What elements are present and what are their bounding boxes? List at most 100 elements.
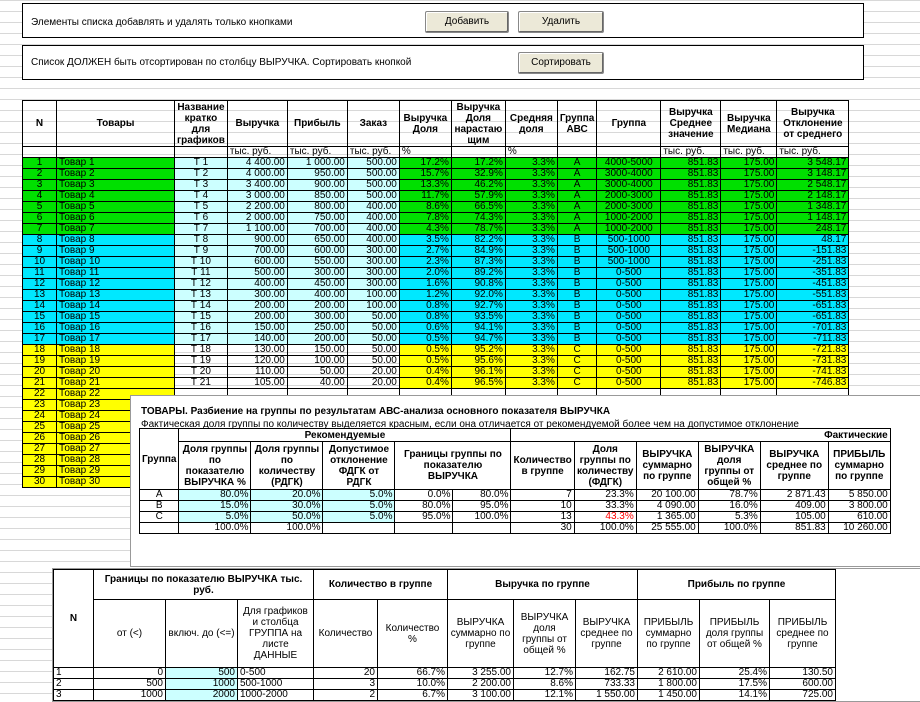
products-header-cell: Выручка Доля нарастаю щим <box>451 101 505 147</box>
abc-cell: 10 260.00 <box>828 523 890 534</box>
group-cell: 500 <box>166 668 238 679</box>
product-cell: 175.00 <box>721 246 777 257</box>
product-row[interactable]: 7Товар 7Т 71 100.00700.00400.004.3%78.7%… <box>23 224 849 235</box>
product-cell: 3.3% <box>505 191 557 202</box>
product-cell: 700.00 <box>227 246 287 257</box>
product-cell: 2 200.00 <box>227 202 287 213</box>
abc-cell: 851.83 <box>760 523 828 534</box>
abc-row: B15.0%30.0%5.0%80.0%95.0%1033.3%4 090.00… <box>140 501 891 512</box>
product-cell: Товар 10 <box>57 257 175 268</box>
abc-cell: 409.00 <box>760 501 828 512</box>
product-cell: 400.00 <box>347 235 399 246</box>
abc-panel: ТОВАРЫ. Разбиение на группы по результат… <box>130 395 920 567</box>
groups-revenue-header: Выручка по группе <box>448 570 638 600</box>
product-row[interactable]: 1Товар 1Т 14 400.001 000.00500.0017.2%17… <box>23 158 849 169</box>
instruction-sort-text: Список ДОЛЖЕН быть отсортирован по столб… <box>31 57 411 68</box>
product-cell: -701.83 <box>777 323 849 334</box>
abc-cell: 5.0% <box>323 512 395 523</box>
product-cell: 3 400.00 <box>227 180 287 191</box>
product-cell: 400.00 <box>227 279 287 290</box>
product-cell: 17.2% <box>451 158 505 169</box>
group-cell: 0 <box>94 668 166 679</box>
product-cell: 500-1000 <box>597 257 661 268</box>
products-unit-cell <box>451 147 505 158</box>
abc-cell: 20 100.00 <box>636 490 698 501</box>
product-cell: 2000-3000 <box>597 202 661 213</box>
instruction-edit-text: Элементы списка добавлять и удалять толь… <box>31 17 292 28</box>
group-cell: 2 610.00 <box>638 668 700 679</box>
abc-actual-header: Фактические <box>511 429 890 442</box>
product-cell: 851.83 <box>661 224 721 235</box>
product-cell: 2 148.17 <box>777 191 849 202</box>
group-cell: 3 <box>54 690 94 701</box>
product-cell: 8 <box>23 235 57 246</box>
product-row[interactable]: 20Товар 20Т 20110.0050.0020.000.4%96.1%3… <box>23 367 849 378</box>
product-cell: 13 <box>23 290 57 301</box>
abc-cell: 0.0% <box>395 490 453 501</box>
product-cell: B <box>557 235 596 246</box>
abc-cell: A <box>140 490 179 501</box>
abc-cell: 100.0% <box>698 523 760 534</box>
product-cell: 3.3% <box>505 356 557 367</box>
product-cell: 200.00 <box>287 334 347 345</box>
product-cell: 175.00 <box>721 169 777 180</box>
product-cell: 1 348.17 <box>777 202 849 213</box>
product-cell: 3.3% <box>505 158 557 169</box>
product-cell: 0.4% <box>399 378 451 389</box>
product-row[interactable]: 5Товар 5Т 52 200.00800.00400.008.6%66.5%… <box>23 202 849 213</box>
group-cell: 20 <box>314 668 378 679</box>
product-row[interactable]: 6Товар 6Т 62 000.00750.00400.007.8%74.3%… <box>23 213 849 224</box>
products-header-cell: Заказ <box>347 101 399 147</box>
product-row[interactable]: 10Товар 10Т 10600.00550.00300.002.3%87.3… <box>23 257 849 268</box>
product-row[interactable]: 13Товар 13Т 13300.00400.00100.001.2%92.0… <box>23 290 849 301</box>
product-cell: Т 13 <box>175 290 228 301</box>
product-cell: 175.00 <box>721 180 777 191</box>
product-row[interactable]: 2Товар 2Т 24 000.00950.00500.0015.7%32.9… <box>23 169 849 180</box>
product-row[interactable]: 9Товар 9Т 9700.00600.00300.002.7%84.9%3.… <box>23 246 849 257</box>
product-cell: 851.83 <box>661 257 721 268</box>
abc-header-cell: Доля группы по количеству (ФДГК) <box>574 442 636 490</box>
abc-cell: 100.0% <box>179 523 251 534</box>
product-cell: Т 10 <box>175 257 228 268</box>
product-row[interactable]: 14Товар 14Т 14200.00200.00100.000.8%92.7… <box>23 301 849 312</box>
group-cell: 2 200.00 <box>448 679 514 690</box>
group-cell: 2000 <box>166 690 238 701</box>
abc-cell: 10 <box>511 501 574 512</box>
product-row[interactable]: 3Товар 3Т 33 400.00900.00500.0013.3%46.2… <box>23 180 849 191</box>
product-row[interactable]: 16Товар 16Т 16150.00250.0050.000.6%94.1%… <box>23 323 849 334</box>
product-row[interactable]: 12Товар 12Т 12400.00450.00300.001.6%90.8… <box>23 279 849 290</box>
product-cell: 15.7% <box>399 169 451 180</box>
product-cell: C <box>557 356 596 367</box>
product-cell: 175.00 <box>721 312 777 323</box>
product-cell: 20.00 <box>347 378 399 389</box>
product-row[interactable]: 19Товар 19Т 19120.00100.0050.000.5%95.6%… <box>23 356 849 367</box>
product-cell: 300.00 <box>227 290 287 301</box>
product-cell: 14 <box>23 301 57 312</box>
product-row[interactable]: 17Товар 17Т 17140.00200.0050.000.5%94.7%… <box>23 334 849 345</box>
products-header-cell: Средняя доля <box>505 101 557 147</box>
product-row[interactable]: 18Товар 18Т 18130.00150.0050.000.5%95.2%… <box>23 345 849 356</box>
abc-header-cell: Доля группы по показателю ВЫРУЧКА % <box>179 442 251 490</box>
product-cell: 3 <box>23 180 57 191</box>
product-row[interactable]: 15Товар 15Т 15200.00300.0050.000.8%93.5%… <box>23 312 849 323</box>
group-cell: 12.1% <box>514 690 576 701</box>
group-cell: 600.00 <box>770 679 836 690</box>
product-cell: 300.00 <box>347 279 399 290</box>
product-row[interactable]: 21Товар 21Т 21105.0040.0020.000.4%96.5%3… <box>23 378 849 389</box>
product-cell: Т 9 <box>175 246 228 257</box>
sort-button[interactable]: Сортировать <box>518 52 604 74</box>
product-cell: 300.00 <box>287 268 347 279</box>
product-cell: Т 20 <box>175 367 228 378</box>
product-cell: 175.00 <box>721 334 777 345</box>
product-cell: 0-500 <box>597 367 661 378</box>
product-cell: 26 <box>23 433 57 444</box>
product-row[interactable]: 8Товар 8Т 8900.00650.00400.003.5%82.2%3.… <box>23 235 849 246</box>
product-row[interactable]: 11Товар 11Т 11500.00300.00300.002.0%89.2… <box>23 268 849 279</box>
group-cell: 725.00 <box>770 690 836 701</box>
delete-button[interactable]: Удалить <box>518 11 604 33</box>
product-cell: A <box>557 224 596 235</box>
product-cell: 22 <box>23 389 57 400</box>
add-button[interactable]: Добавить <box>425 11 509 33</box>
products-header-row: NТоварыНазвание кратко для графиковВыруч… <box>23 101 849 147</box>
product-row[interactable]: 4Товар 4Т 43 000.00850.00500.0011.7%57.9… <box>23 191 849 202</box>
